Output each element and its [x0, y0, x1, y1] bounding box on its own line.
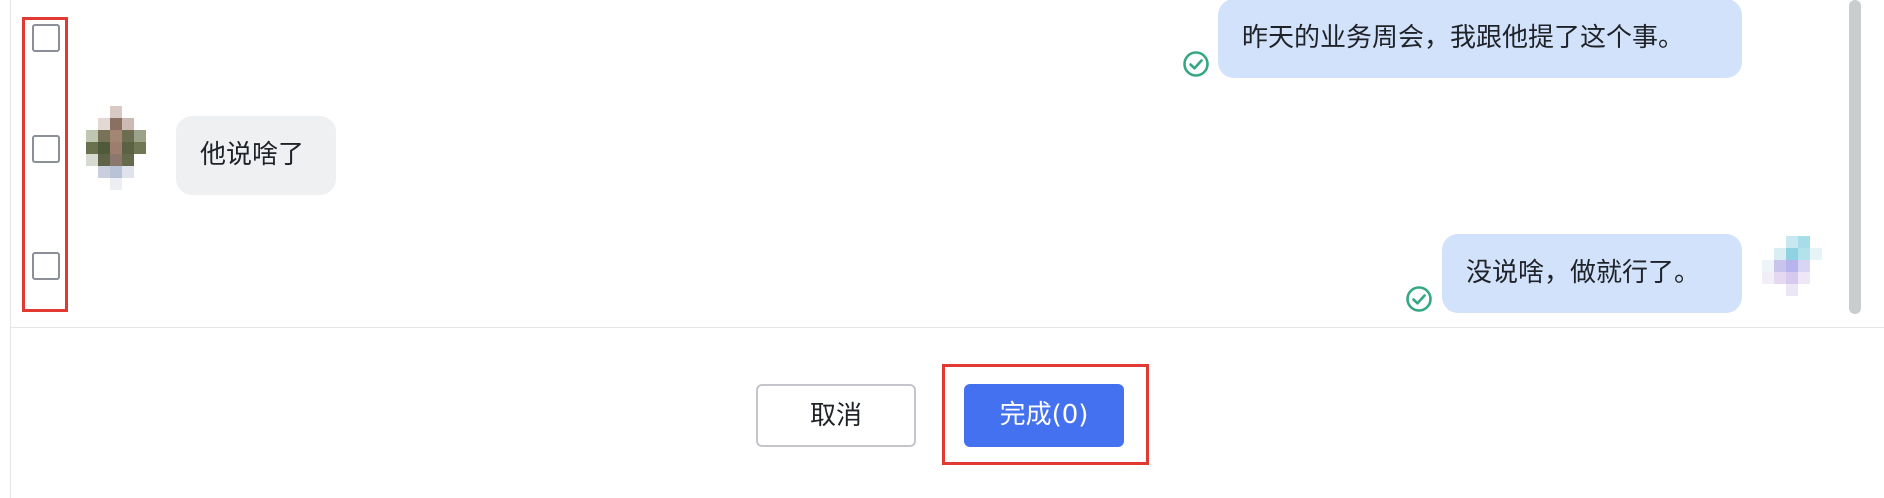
checkbox-highlight-box — [22, 17, 68, 312]
sent-check-icon — [1406, 286, 1432, 312]
message-text: 没说啥，做就行了。 — [1466, 258, 1701, 288]
scrollbar-thumb[interactable] — [1849, 0, 1861, 314]
message-text: 昨天的业务周会，我跟他提了这个事。 — [1242, 23, 1685, 53]
avatar — [1760, 236, 1824, 298]
message-bubble-outgoing: 没说啥，做就行了。 — [1442, 234, 1742, 313]
done-highlight-box — [942, 364, 1149, 465]
message-text: 他说啥了 — [200, 140, 305, 170]
avatar — [86, 104, 160, 190]
message-bubble-outgoing: 昨天的业务周会，我跟他提了这个事。 — [1218, 0, 1742, 78]
cancel-button[interactable]: 取消 — [756, 384, 916, 447]
footer-divider — [11, 327, 1884, 328]
message-bubble-incoming: 他说啥了 — [176, 116, 336, 195]
sent-check-icon — [1183, 51, 1209, 77]
